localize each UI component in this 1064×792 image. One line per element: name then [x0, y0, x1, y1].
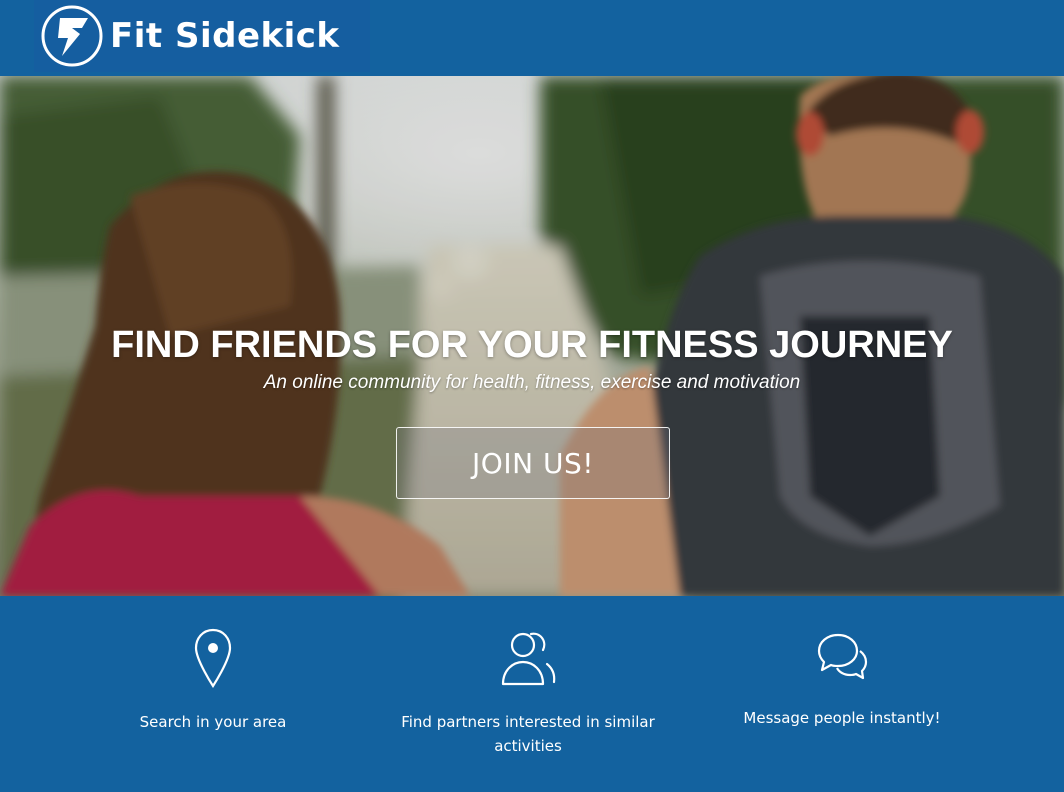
feature-search-area: Search in your area [63, 596, 363, 734]
hero-section: FIND FRIENDS FOR YOUR FITNESS JOURNEY An… [0, 76, 1064, 596]
feature-label: Search in your area [139, 713, 287, 731]
join-us-button[interactable]: JOIN US! [396, 427, 670, 499]
top-bar: Fit Sidekick [0, 0, 1064, 76]
lightning-bolt-logo-icon [41, 5, 103, 67]
feature-message: Message people instantly! [692, 596, 992, 730]
hero-title: FIND FRIENDS FOR YOUR FITNESS JOURNEY [111, 324, 953, 366]
map-pin-icon [194, 628, 232, 688]
features-section: Search in your area Find partners intere… [0, 596, 1064, 792]
feature-find-partners: Find partners interested in similar acti… [378, 596, 678, 758]
hero-subtitle: An online community for health, fitness,… [263, 372, 801, 393]
brand-name: Fit Sidekick [110, 16, 340, 56]
feature-label: Message people instantly! [743, 709, 941, 727]
site-logo[interactable]: Fit Sidekick [34, 0, 370, 72]
users-icon [501, 632, 556, 686]
chat-bubbles-icon [817, 633, 868, 680]
feature-label: Find partners interested in similar acti… [401, 713, 655, 755]
